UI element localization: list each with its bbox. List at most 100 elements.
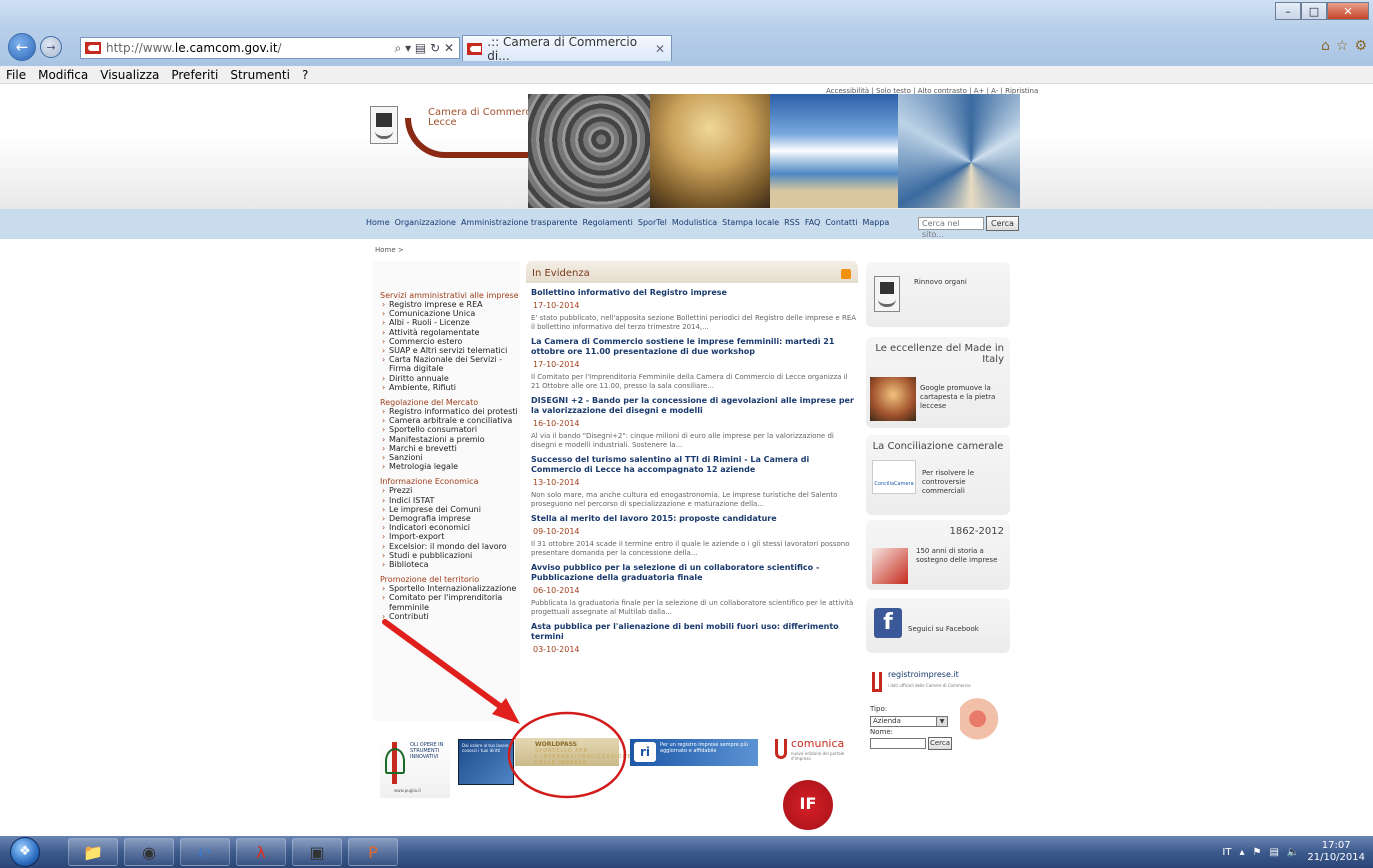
menu-file[interactable]: File [0, 68, 32, 82]
registro-search-button[interactable]: Cerca [928, 737, 952, 750]
anniversary-box[interactable]: 1862-2012 150 anni di storia a sostegno … [866, 520, 1010, 590]
sidebar-link[interactable]: Excelsior: il mondo del lavoro [380, 542, 520, 551]
eccellenze-text[interactable]: Google promuove la cartapesta e la pietr… [920, 384, 1004, 411]
sidebar-link[interactable]: Camera arbitrale e conciliativa [380, 416, 520, 425]
news-title-link[interactable]: Stella al merito del lavoro 2015: propos… [526, 514, 858, 524]
sidebar-link[interactable]: Indicatori economici [380, 523, 520, 532]
sidebar-link[interactable]: Manifestazioni a premio [380, 435, 520, 444]
nav-rss[interactable]: RSS [784, 218, 800, 227]
browser-tab[interactable]: .:: Camera di Commercio di... ✕ [462, 35, 672, 63]
menu-visualizza[interactable]: Visualizza [94, 68, 165, 82]
explorer-icon[interactable]: 📁 [68, 838, 118, 866]
sidebar-link[interactable]: Studi e pubblicazioni [380, 551, 520, 560]
banner-opere[interactable]: OLI OPERE IN STRUMENTI INNOVATIVI www.pu… [380, 738, 450, 798]
sidebar-link[interactable]: Biblioteca [380, 560, 520, 569]
volume-icon[interactable]: 🔈 [1287, 847, 1299, 858]
window-icon[interactable]: ▣ [292, 838, 342, 866]
conciliazione-text[interactable]: Per risolvere le controversie commercial… [922, 469, 1002, 496]
close-button[interactable]: ✕ [1327, 2, 1369, 20]
rinnovo-organi-box[interactable]: Rinnovo organi [866, 262, 1010, 327]
banner-registro[interactable]: ri Per un registro imprese sempre più ag… [630, 739, 758, 766]
nav-stampa[interactable]: Stampa locale [722, 218, 779, 227]
news-title-link[interactable]: Avviso pubblico per la selezione di un c… [526, 563, 858, 583]
news-title-link[interactable]: Asta pubblica per l'alienazione di beni … [526, 622, 858, 642]
maximize-button[interactable]: □ [1301, 2, 1327, 20]
registroimprese-title[interactable]: registroimprese.it [888, 670, 959, 679]
sidebar-link[interactable]: Contributi [380, 612, 520, 621]
sidebar-link[interactable]: Sportello Internazionalizzazione [380, 584, 520, 593]
sidebar-link[interactable]: Prezzi [380, 486, 520, 495]
menu-preferiti[interactable]: Preferiti [165, 68, 224, 82]
sidebar-link[interactable]: Sportello consumatori [380, 425, 520, 434]
facebook-box[interactable]: f Seguici su Facebook [866, 598, 1010, 653]
sidebar-link[interactable]: Attività regolamentate [380, 328, 520, 337]
language-indicator[interactable]: IT [1222, 847, 1231, 858]
sidebar-link[interactable]: Registro imprese e REA [380, 300, 520, 309]
start-button-icon[interactable]: ❖ [10, 837, 40, 867]
nav-faq[interactable]: FAQ [805, 218, 821, 227]
sidebar-link[interactable]: Import-export [380, 532, 520, 541]
sidebar-link[interactable]: Metrologia legale [380, 462, 520, 471]
sidebar-link[interactable]: Comitato per l'imprenditoria femminile [380, 593, 520, 611]
menu-help[interactable]: ? [296, 68, 314, 82]
conciliazione-box[interactable]: La Conciliazione camerale ConciliaCamera… [866, 435, 1010, 515]
chamber-logo-icon[interactable] [370, 106, 398, 144]
site-search-input[interactable]: Cerca nel sito... [918, 217, 984, 239]
nav-sportel[interactable]: SporTel [638, 218, 667, 227]
nav-modulistica[interactable]: Modulistica [672, 218, 717, 227]
sidebar-link[interactable]: Demografia imprese [380, 514, 520, 523]
address-tools[interactable]: ⌕ ▾ ▤ ↻ ✕ [395, 41, 459, 56]
menu-modifica[interactable]: Modifica [32, 68, 94, 82]
forward-button[interactable]: → [40, 36, 62, 58]
sidebar-link[interactable]: Diritto annuale [380, 374, 520, 383]
settings-gear-icon[interactable]: ⚙ [1354, 38, 1367, 54]
acrobat-icon[interactable]: λ [236, 838, 286, 866]
site-search-button[interactable]: Cerca [986, 216, 1019, 231]
banner-worldpass[interactable]: WORLDPASS SPORTELLO PER L'INTERNAZIONALI… [515, 738, 631, 766]
news-title-link[interactable]: La Camera di Commercio sostiene le impre… [526, 337, 858, 357]
nav-organizzazione[interactable]: Organizzazione [395, 218, 456, 227]
news-title-link[interactable]: Bollettino informativo del Registro impr… [526, 288, 858, 298]
banner-comunica[interactable]: comunica nuova edizione del portale d'im… [775, 737, 855, 767]
sidebar-link[interactable]: Comunicazione Unica [380, 309, 520, 318]
nav-home[interactable]: Home [366, 218, 390, 227]
news-title-link[interactable]: DISEGNI +2 - Bando per la concessione di… [526, 396, 858, 416]
menu-strumenti[interactable]: Strumenti [224, 68, 296, 82]
site-logo-text[interactable]: Camera di Commercio Lecce [428, 108, 540, 128]
minimize-button[interactable]: – [1275, 2, 1301, 20]
address-bar[interactable]: http://www. le.camcom.gov.it / ⌕ ▾ ▤ ↻ ✕ [80, 37, 460, 59]
nome-input[interactable] [870, 738, 926, 749]
breadcrumb[interactable]: Home > [375, 246, 404, 254]
nav-contatti[interactable]: Contatti [825, 218, 857, 227]
eccellenze-box[interactable]: Le eccellenze del Made in Italy Google p… [866, 337, 1010, 428]
facebook-text[interactable]: Seguici su Facebook [908, 625, 979, 634]
nav-mappa[interactable]: Mappa [862, 218, 889, 227]
news-title-link[interactable]: Successo del turismo salentino al TTI di… [526, 455, 858, 475]
rss-icon[interactable] [841, 269, 851, 279]
action-center-icon[interactable]: ⚑ [1252, 847, 1261, 858]
sidebar-link[interactable]: Registro informatico dei protesti [380, 407, 520, 416]
sidebar-link[interactable]: Sanzioni [380, 453, 520, 462]
tray-expand-icon[interactable]: ▴ [1239, 847, 1244, 858]
clock[interactable]: 17:07 21/10/2014 [1307, 840, 1365, 864]
anniversary-text[interactable]: 150 anni di storia a sostegno delle impr… [916, 547, 1006, 565]
back-button[interactable]: ← [8, 33, 36, 61]
sidebar-link[interactable]: SUAP e Altri servizi telematici [380, 346, 520, 355]
nav-regolamenti[interactable]: Regolamenti [583, 218, 633, 227]
internet-explorer-icon[interactable]: ℮ [180, 838, 230, 866]
powerpoint-icon[interactable]: P [348, 838, 398, 866]
sidebar-link[interactable]: Marchi e brevetti [380, 444, 520, 453]
media-player-icon[interactable]: ◉ [124, 838, 174, 866]
banner-if-badge[interactable]: IF [783, 780, 833, 830]
nav-amministrazione[interactable]: Amministrazione trasparente [461, 218, 578, 227]
favorites-star-icon[interactable]: ☆ [1336, 38, 1349, 54]
banner-diritti[interactable]: Dai valore al tuo lavoro, conosci i tuoi… [458, 739, 514, 785]
home-icon[interactable]: ⌂ [1321, 38, 1330, 54]
sidebar-link[interactable]: Commercio estero [380, 337, 520, 346]
tipo-select[interactable]: Azienda ▼ [870, 716, 948, 727]
sidebar-link[interactable]: Ambiente, Rifiuti [380, 383, 520, 392]
network-icon[interactable]: ▤ [1269, 847, 1278, 858]
sidebar-link[interactable]: Albi - Ruoli - Licenze [380, 318, 520, 327]
sidebar-link[interactable]: Indici ISTAT [380, 496, 520, 505]
rinnovo-text[interactable]: Rinnovo organi [914, 278, 967, 287]
